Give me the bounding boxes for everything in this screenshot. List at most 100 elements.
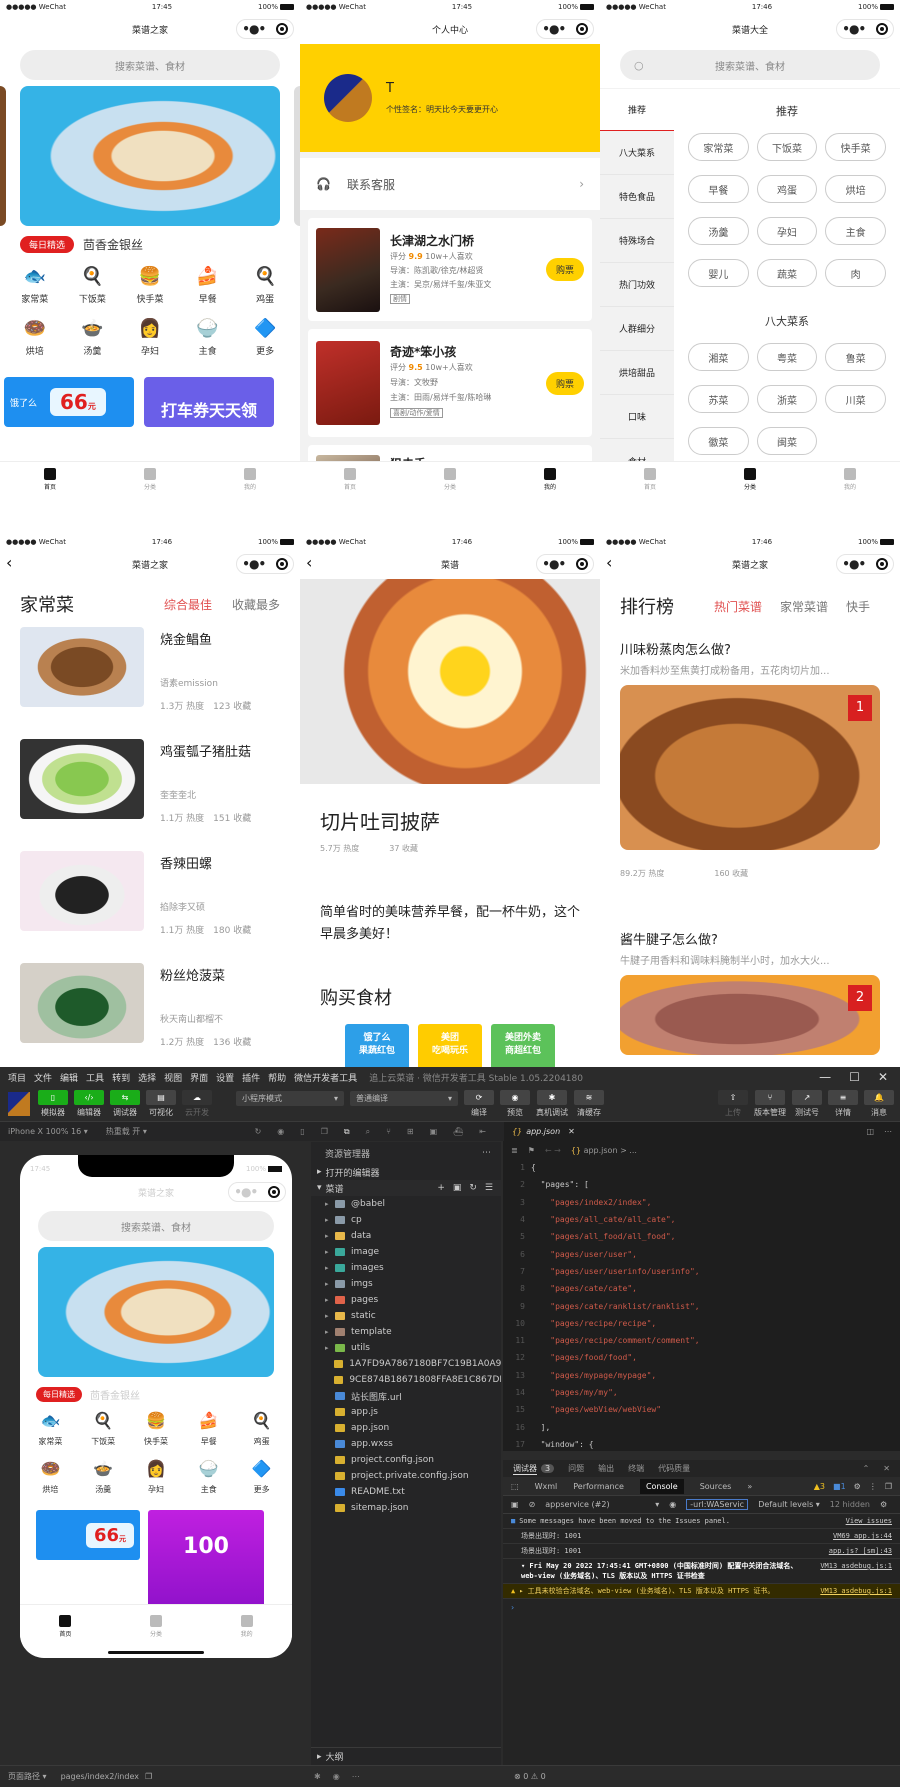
sidebar-item[interactable]: 特色食品 [600, 175, 674, 219]
menu-item[interactable]: 界面 [190, 1071, 208, 1084]
code-line[interactable]: 3 "pages/index2/index", [503, 1194, 900, 1211]
mini-program-capsule[interactable]: •●• [236, 554, 294, 574]
shop-meituan[interactable]: 美团 吃喝玩乐 [418, 1024, 482, 1067]
menu-item[interactable]: 项目 [8, 1071, 26, 1084]
code-line[interactable]: 14 "pages/my/my", [503, 1384, 900, 1401]
open-editors-section[interactable]: ▸ 打开的编辑器 [311, 1164, 501, 1180]
code-line[interactable]: 1{ [503, 1159, 900, 1176]
code-line[interactable]: 10 "pages/recipe/recipe", [503, 1315, 900, 1332]
folder-item[interactable]: ▸ pages [311, 1292, 501, 1308]
avatar[interactable] [324, 74, 372, 122]
tab-home[interactable]: 首页 [600, 462, 700, 497]
remote-debug-button[interactable]: ✱ 真机调试 [536, 1090, 568, 1118]
more-actions-icon[interactable]: ⋯ [884, 1127, 892, 1136]
tag-pill[interactable]: 浙菜 [756, 385, 818, 413]
close-target-icon[interactable] [275, 558, 288, 570]
console-message[interactable]: ▲ ▸ 工具未校验合法域名、web-view (业务域名)、TLS 版本以及 HT… [503, 1584, 900, 1599]
close-icon[interactable]: ✕ [878, 1070, 888, 1084]
file-item[interactable]: 9CE874B18671808FFA8E1C867DD... [311, 1372, 501, 1388]
code-line[interactable]: 4 "pages/all_cate/all_cate", [503, 1211, 900, 1228]
panel-tab[interactable]: 问题 [568, 1463, 584, 1474]
levels-select[interactable]: Default levels ▾ [758, 1500, 820, 1509]
bug-icon[interactable]: ✱ [314, 1772, 321, 1781]
menu-item[interactable]: 插件 [242, 1071, 260, 1084]
carousel-prev-slide[interactable] [0, 86, 6, 226]
more-icon[interactable]: •●• [542, 22, 566, 36]
editor-tab-app-json[interactable]: {} app.json ✕ [504, 1121, 583, 1142]
file-item[interactable]: app.js [311, 1404, 501, 1420]
category-item[interactable]: 🍰 早餐 [179, 259, 237, 311]
rank-item-title[interactable]: 酱牛腱子怎么做? [620, 929, 880, 948]
rotate-icon[interactable]: ↻ [255, 1127, 262, 1137]
more-icon[interactable]: ⋯ [352, 1772, 360, 1781]
category-item[interactable]: 🍳 下饭菜 [77, 1404, 130, 1452]
category-item[interactable]: 🐟 家常菜 [24, 1404, 77, 1452]
code-line[interactable]: 16 ], [503, 1418, 900, 1435]
tag-pill[interactable]: 主食 [825, 217, 886, 245]
sort-most-fav[interactable]: 收藏最多 [232, 596, 280, 613]
context-select[interactable]: appservice (#2) [545, 1500, 645, 1509]
rank-item-image[interactable]: 1 [620, 685, 880, 850]
code-line[interactable]: 13 "pages/mypage/mypage", [503, 1367, 900, 1384]
console-message[interactable]: ■ Some messages have been moved to the Is… [503, 1514, 900, 1529]
device-select[interactable]: iPhone X 100% 16 ▾ [8, 1127, 88, 1136]
tag-pill[interactable]: 蔬菜 [756, 259, 818, 287]
devtools-tab[interactable]: Console [639, 1478, 684, 1494]
eleme-ad[interactable]: 66元 [36, 1510, 140, 1560]
panel-tab[interactable]: 调试器 [513, 1463, 537, 1475]
tab-home-recipes[interactable]: 家常菜谱 [780, 598, 828, 615]
info-count[interactable]: ■1 [833, 1482, 846, 1491]
folder-item[interactable]: ▸ imgs [311, 1276, 501, 1292]
folder-item[interactable]: ▸ image [311, 1244, 501, 1260]
docker-icon[interactable]: ⛴ [453, 1127, 463, 1137]
menu-item[interactable]: 帮助 [268, 1071, 286, 1084]
category-item[interactable]: 🍰 早餐 [182, 1404, 235, 1452]
new-folder-icon[interactable]: ▣ [453, 1183, 462, 1193]
menu-item[interactable]: 选择 [138, 1071, 156, 1084]
category-item[interactable]: 🔷 更多 [236, 311, 294, 363]
mini-program-capsule[interactable]: •●• [536, 554, 594, 574]
copy-icon[interactable]: ❐ [145, 1772, 152, 1781]
file-item[interactable]: 1A7FD9A7867180BF7C19B1A0A9E... [311, 1356, 501, 1372]
eye-icon[interactable]: ◉ [333, 1772, 340, 1781]
panel-tab[interactable]: 终端 [628, 1463, 644, 1474]
contact-service-row[interactable]: 🎧 联系客服 › [300, 158, 600, 210]
code-line[interactable]: 17 "window": { [503, 1436, 900, 1453]
tag-pill[interactable]: 湘菜 [688, 343, 749, 371]
carousel-image[interactable] [20, 86, 280, 226]
movie-card[interactable]: 长津湖之水门桥 评分 9.9 10w+人喜欢 导演：陈凯歌/徐克/林超贤 主演：… [308, 218, 592, 321]
file-item[interactable]: project.private.config.json [311, 1468, 501, 1484]
category-item[interactable]: 🍲 汤羹 [77, 1452, 130, 1500]
more-icon[interactable]: •●• [242, 22, 266, 36]
recipe-list-item[interactable]: 鸡蛋瓠子猪肚菇 奎奎奎北 1.1万 热度 151 收藏 [0, 739, 300, 851]
tag-pill[interactable]: 闽菜 [756, 427, 818, 455]
search-input[interactable]: ○ 搜索菜谱、食材 [620, 50, 880, 80]
category-item[interactable]: 🍳 下饭菜 [64, 259, 122, 311]
folder-item[interactable]: ▸ template [311, 1324, 501, 1340]
tag-pill[interactable]: 家常菜 [688, 133, 749, 161]
tab-quick-recipes[interactable]: 快手 [846, 598, 870, 615]
code-line[interactable]: 6 "pages/user/user", [503, 1245, 900, 1262]
console-message[interactable]: 场景出现时: 1001 app.js? [sm]:43 [503, 1544, 900, 1559]
refresh-icon[interactable]: ↻ [469, 1183, 477, 1193]
folder-item[interactable]: ▸ data [311, 1228, 501, 1244]
panel-tab[interactable]: 代码质量 [658, 1463, 690, 1474]
split-editor-icon[interactable]: ◫ [866, 1127, 874, 1136]
folder-item[interactable]: ▸ cp [311, 1212, 501, 1228]
tag-pill[interactable]: 早餐 [688, 175, 749, 203]
close-tab-icon[interactable]: ✕ [568, 1127, 575, 1136]
code-line[interactable]: 5 "pages/all_food/all_food", [503, 1228, 900, 1245]
folder-item[interactable]: ▸ @babel [311, 1196, 501, 1212]
tab-category[interactable]: 分类 [100, 462, 200, 497]
tag-pill[interactable]: 徽菜 [688, 427, 749, 455]
tab-mine[interactable]: 我的 [201, 1605, 292, 1648]
shop-eleme[interactable]: 饿了么 果蔬红包 [345, 1024, 409, 1067]
kebab-icon[interactable]: ⋮ [869, 1482, 877, 1491]
console-prompt[interactable]: › [503, 1599, 900, 1616]
back-icon[interactable]: ‹ [606, 555, 612, 571]
movie-card[interactable]: 奇迹*笨小孩 评分 9.5 10w+人喜欢 导演：文牧野 主演：田雨/易烊千玺/… [308, 329, 592, 437]
category-item[interactable]: 🍳 鸡蛋 [236, 259, 294, 311]
more-icon[interactable]: •●• [842, 557, 866, 571]
details-button[interactable]: ≡ 详情 [828, 1090, 858, 1118]
sort-best[interactable]: 综合最佳 [164, 596, 212, 613]
